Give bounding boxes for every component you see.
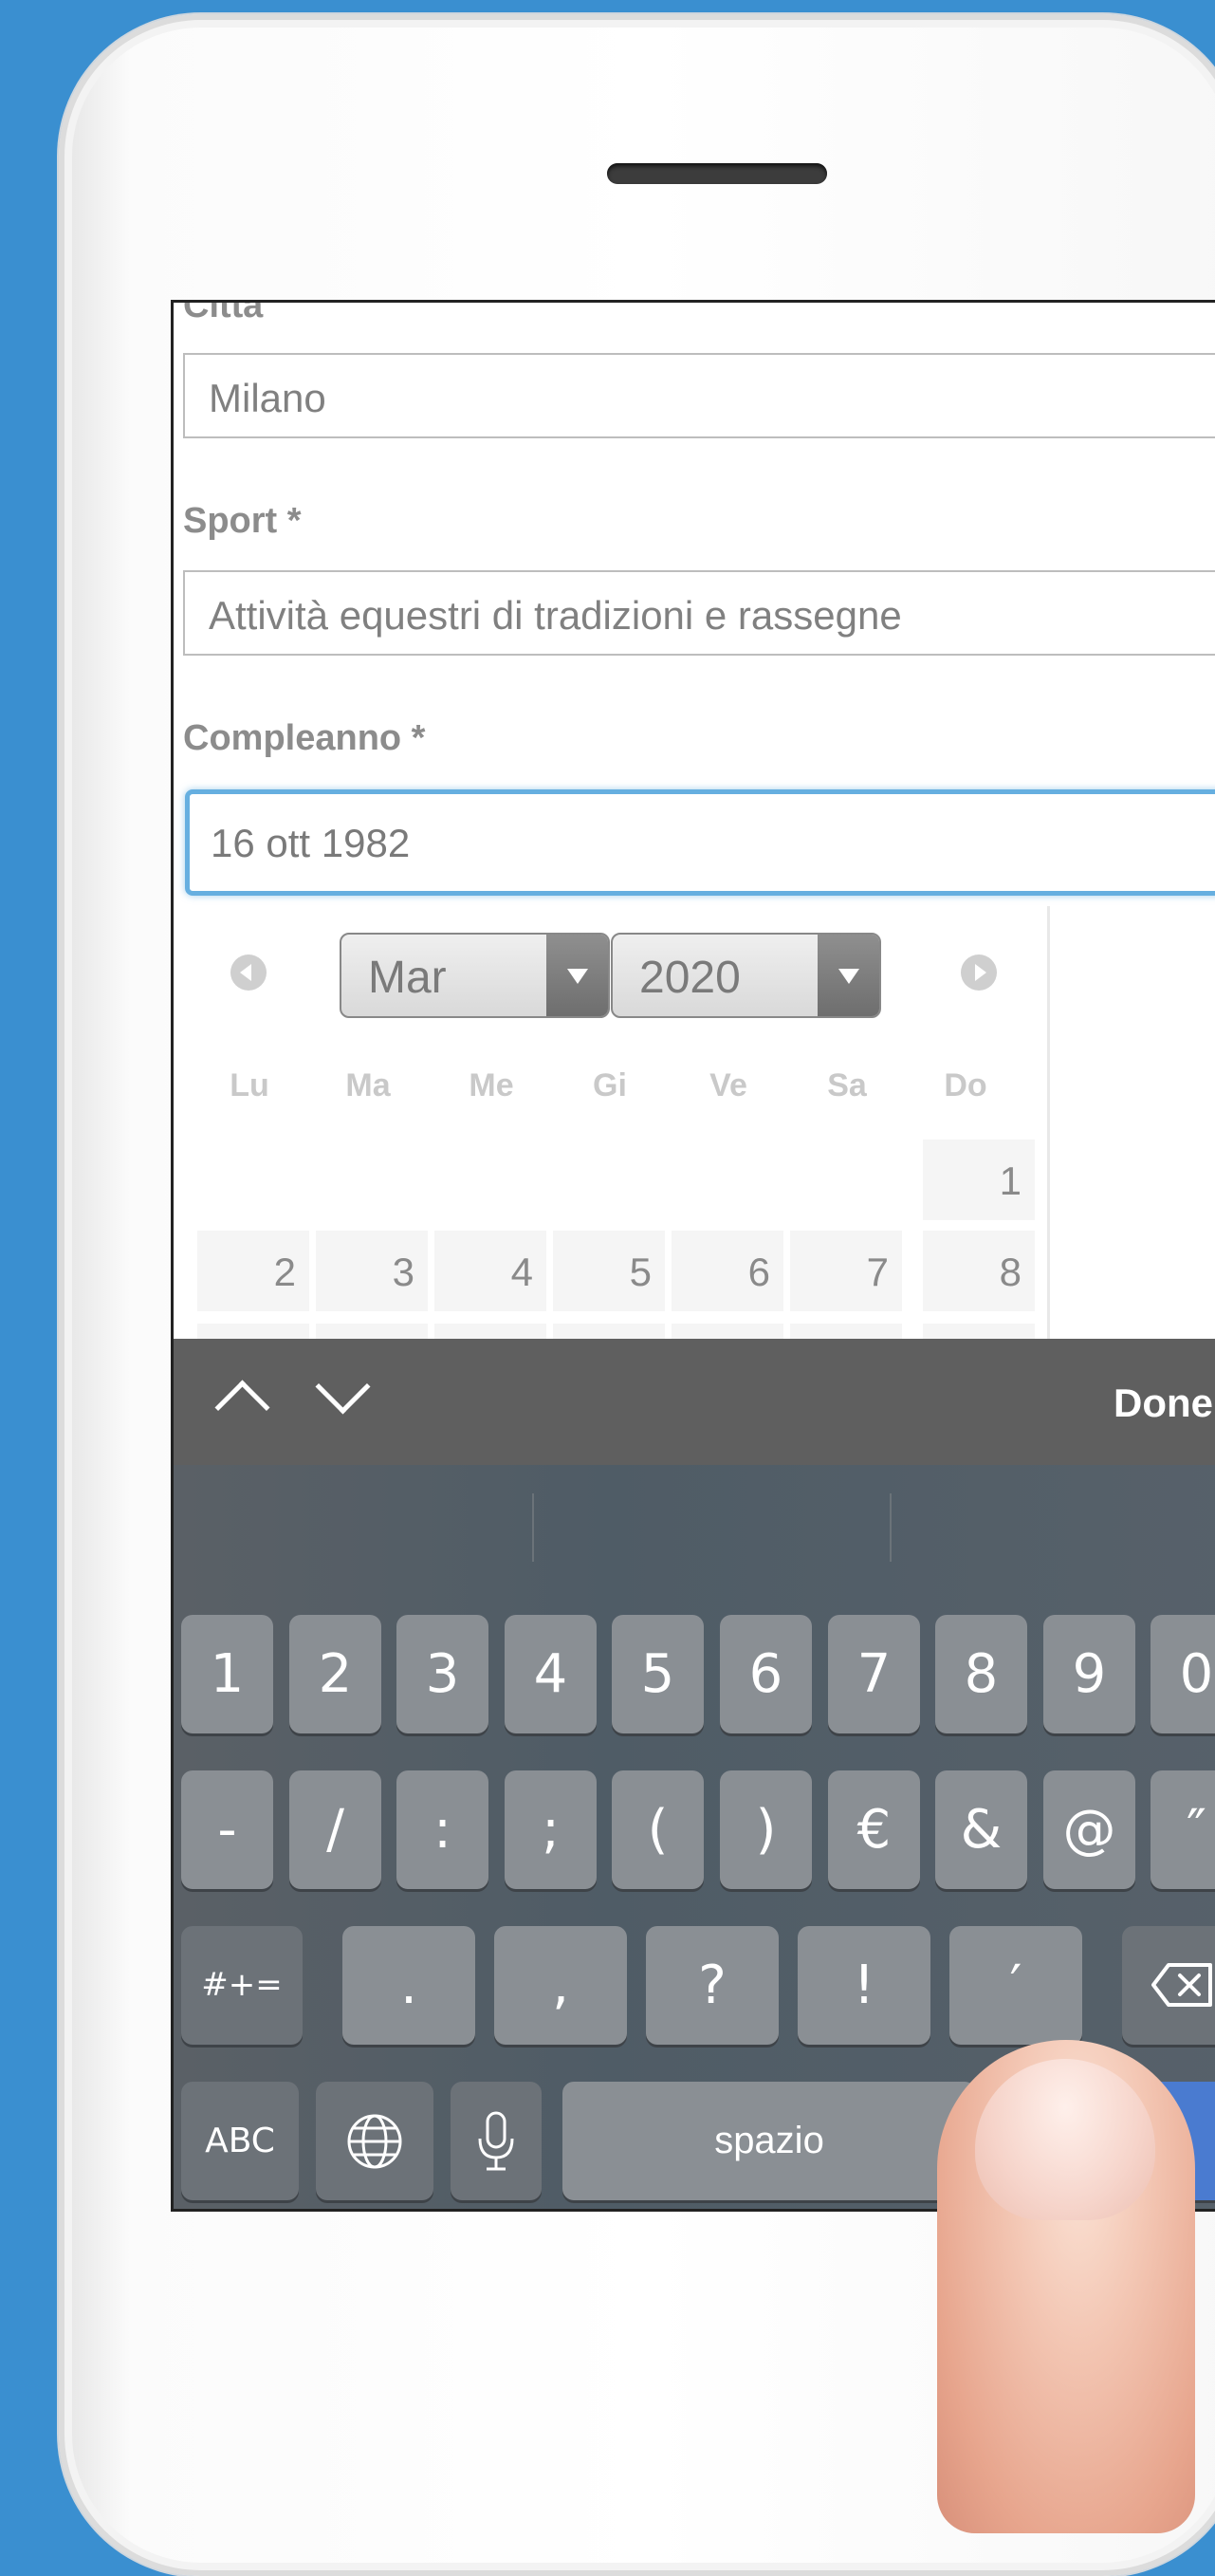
calendar-day[interactable]: 3 <box>316 1231 428 1311</box>
key[interactable]: ; <box>505 1770 597 1889</box>
key[interactable]: @ <box>1043 1770 1135 1889</box>
finger-pointer <box>937 2040 1195 2533</box>
weekday-label: Sa <box>827 1067 867 1103</box>
key[interactable]: ( <box>612 1770 704 1889</box>
key[interactable]: 1 <box>181 1615 273 1733</box>
day-number: 2 <box>273 1250 296 1294</box>
key[interactable]: 8 <box>935 1615 1027 1733</box>
day-number: 8 <box>999 1250 1022 1294</box>
city-label: Città <box>183 300 264 325</box>
globe-key[interactable] <box>316 2082 433 2200</box>
calendar-day[interactable]: 6 <box>672 1231 783 1311</box>
chevron-down-icon[interactable] <box>315 1359 371 1415</box>
key[interactable]: 4 <box>505 1615 597 1733</box>
key[interactable]: - <box>181 1770 273 1889</box>
key[interactable]: : <box>396 1770 488 1889</box>
year-select[interactable]: 2020 <box>611 933 881 1018</box>
abc-key[interactable]: ABC <box>181 2082 299 2200</box>
microphone-icon <box>478 2111 514 2171</box>
keyboard-toolbar: Done <box>174 1339 1215 1465</box>
day-number: 4 <box>510 1250 533 1294</box>
calendar-day[interactable]: 1 <box>923 1140 1035 1220</box>
sport-select[interactable]: Attività equestri di tradizioni e rasseg… <box>183 570 1215 656</box>
year-value: 2020 <box>639 953 741 1003</box>
day-number: 1 <box>999 1158 1022 1203</box>
fingernail <box>975 2059 1155 2220</box>
calendar-day[interactable]: 8 <box>923 1231 1035 1311</box>
dropdown-arrow-icon <box>546 935 608 1016</box>
key[interactable]: 9 <box>1043 1615 1135 1733</box>
chevron-up-icon[interactable] <box>214 1380 270 1436</box>
datepicker: Mar 2020 Lu Ma Me Gi Ve Sa Do 1 2 3 4 5 … <box>183 906 1050 1343</box>
month-select[interactable]: Mar <box>340 933 610 1018</box>
weekday-label: Do <box>944 1067 987 1103</box>
day-number: 3 <box>392 1250 414 1294</box>
weekday-label: Ma <box>345 1067 391 1103</box>
key[interactable]: 2 <box>289 1615 381 1733</box>
dropdown-arrow-icon <box>818 935 879 1016</box>
prev-month-icon[interactable] <box>230 954 267 991</box>
key[interactable]: ″ <box>1151 1770 1215 1889</box>
key[interactable]: & <box>935 1770 1027 1889</box>
birthday-value: 16 ott 1982 <box>211 821 411 865</box>
birthday-input[interactable]: 16 ott 1982 <box>185 789 1215 896</box>
calendar-day[interactable]: 4 <box>434 1231 546 1311</box>
suggestion-divider <box>890 1493 892 1562</box>
backspace-key[interactable] <box>1122 1926 1215 2045</box>
phone-screen: Città Milano Sport * Attività equestri d… <box>171 300 1215 2212</box>
key[interactable]: / <box>289 1770 381 1889</box>
key[interactable]: ! <box>798 1926 930 2045</box>
birthday-label: Compleanno * <box>183 718 426 758</box>
day-number: 7 <box>866 1250 889 1294</box>
weekday-label: Gi <box>593 1067 627 1103</box>
key[interactable]: ) <box>720 1770 812 1889</box>
next-month-icon[interactable] <box>961 954 997 991</box>
backspace-icon <box>1151 1963 1212 2007</box>
key[interactable]: ′ <box>949 1926 1082 2045</box>
microphone-key[interactable] <box>451 2082 542 2200</box>
space-key[interactable]: spazio <box>562 2082 976 2200</box>
day-number: 5 <box>629 1250 652 1294</box>
phone-speaker <box>607 163 827 184</box>
month-value: Mar <box>368 953 447 1003</box>
done-button[interactable]: Done <box>1114 1381 1213 1426</box>
calendar-day[interactable]: 5 <box>553 1231 665 1311</box>
key[interactable]: € <box>828 1770 920 1889</box>
weekday-label: Me <box>469 1067 514 1103</box>
sport-label: Sport * <box>183 501 302 541</box>
key[interactable]: 3 <box>396 1615 488 1733</box>
globe-icon <box>347 2114 402 2169</box>
sport-value: Attività equestri di tradizioni e rasseg… <box>209 593 902 638</box>
key[interactable]: 5 <box>612 1615 704 1733</box>
key[interactable]: , <box>494 1926 627 2045</box>
city-value: Milano <box>209 376 326 420</box>
weekday-label: Lu <box>230 1067 269 1103</box>
key[interactable]: 0 <box>1151 1615 1215 1733</box>
key[interactable]: . <box>342 1926 475 2045</box>
key[interactable]: ? <box>646 1926 779 2045</box>
calendar-day[interactable]: 2 <box>197 1231 309 1311</box>
key[interactable]: 6 <box>720 1615 812 1733</box>
weekday-label: Ve <box>709 1067 747 1103</box>
city-select[interactable]: Milano <box>183 353 1215 438</box>
key[interactable]: 7 <box>828 1615 920 1733</box>
suggestion-divider <box>532 1493 534 1562</box>
symbols-key[interactable]: #+= <box>181 1926 303 2045</box>
day-number: 6 <box>747 1250 770 1294</box>
calendar-day[interactable]: 7 <box>790 1231 902 1311</box>
